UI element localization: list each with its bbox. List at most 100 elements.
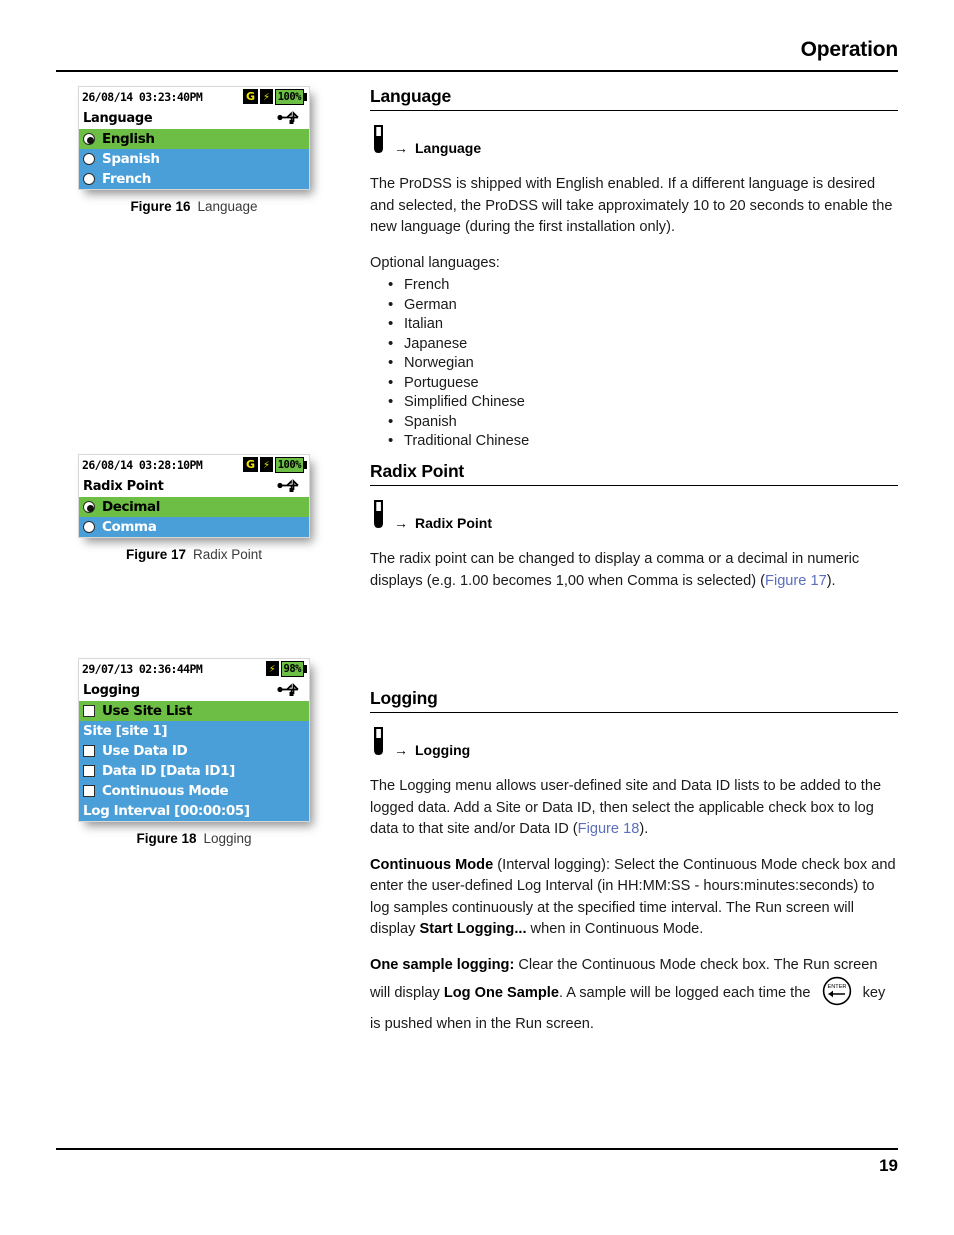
menu-row-decimal[interactable]: Decimal (79, 497, 309, 517)
figure-caption: Figure 17 Radix Point (56, 547, 332, 562)
one-sample-text-mid: . A sample will be logged each time the (558, 985, 815, 1001)
usb-icon (277, 109, 303, 128)
paragraph-radix: The radix point can be changed to displa… (370, 549, 898, 592)
continuous-mode-text-end: when in Continuous Mode. (526, 921, 704, 937)
menu-row-continuous-mode[interactable]: Continuous Mode (79, 781, 309, 801)
figure-18-block: 29/07/13 02:36:44PM ⚡ 98% Logging Use Si… (56, 658, 346, 846)
figures-column: 26/08/14 03:23:40PM G ⚡ 100% Language En… (56, 86, 346, 846)
menu-row-site[interactable]: Site [site 1] (79, 721, 309, 741)
device-menu-title: Logging (83, 682, 140, 698)
gps-badge-icon: G (243, 457, 259, 472)
paragraph-language-intro: The ProDSS is shipped with English enabl… (370, 176, 893, 235)
radio-unselected-icon (83, 521, 95, 533)
probe-icon (370, 499, 387, 534)
probe-icon (370, 726, 387, 761)
charging-bolt-icon: ⚡ (260, 89, 273, 104)
menu-row-label: Continuous Mode (102, 783, 229, 799)
list-item: French (388, 275, 898, 296)
device-screenshot-radix: 26/08/14 03:28:10PM G ⚡ 100% Radix Point (78, 454, 310, 538)
list-item: Italian (388, 314, 898, 335)
menu-row-use-site-list[interactable]: Use Site List (79, 701, 309, 721)
device-menu-title: Language (83, 110, 153, 126)
figure-caption-label: Figure 18 (136, 831, 197, 846)
device-menu-rows: Use Site List Site [site 1] Use Data ID … (79, 701, 309, 821)
menu-row-label: Spanish (102, 151, 160, 167)
list-item: Simplified Chinese (388, 392, 898, 413)
device-status-icons: G ⚡ 100% (243, 88, 307, 105)
battery-indicator: 100% (274, 456, 307, 473)
checkbox-icon[interactable] (83, 745, 95, 757)
menu-row-use-data-id[interactable]: Use Data ID (79, 741, 309, 761)
section-heading-language: Language (370, 86, 898, 111)
section-language: Language → Language The ProDSS is shippe… (370, 86, 898, 452)
arrow-right-icon: → (394, 515, 408, 531)
radio-selected-icon (83, 133, 95, 145)
menu-row-french[interactable]: French (79, 169, 309, 189)
page-footer: 19 (56, 1148, 898, 1176)
paragraph-logging-intro: The Logging menu allows user-defined sit… (370, 776, 898, 841)
list-item: Japanese (388, 334, 898, 355)
battery-indicator: 98% (280, 660, 307, 677)
arrow-right-icon: → (394, 742, 408, 758)
list-item: German (388, 295, 898, 316)
battery-level-label: 100% (274, 456, 304, 473)
menu-row-english[interactable]: English (79, 129, 309, 149)
device-datetime: 29/07/13 02:36:44PM (82, 661, 203, 676)
arrow-right-icon: → (394, 140, 408, 156)
device-menu-title: Radix Point (83, 478, 164, 494)
optional-languages-intro: Optional languages: (370, 254, 500, 271)
battery-level-label: 98% (280, 660, 304, 677)
one-sample-term: One sample logging: (370, 956, 515, 973)
list-item: Portuguese (388, 373, 898, 394)
menu-row-label: English (102, 131, 155, 147)
figure-caption-label: Figure 16 (130, 199, 191, 214)
menu-row-data-id[interactable]: Data ID [Data ID1] (79, 761, 309, 781)
menu-row-label: Use Data ID (102, 743, 188, 759)
figure-caption-text: Radix Point (192, 547, 263, 562)
menu-row-log-interval[interactable]: Log Interval [00:00:05] (79, 801, 309, 821)
figure-17-link[interactable]: Figure 17 (765, 573, 827, 589)
menu-row-label: Comma (102, 519, 157, 535)
list-item: Traditional Chinese (388, 431, 898, 452)
battery-indicator: 100% (274, 88, 307, 105)
radio-unselected-icon (83, 173, 95, 185)
list-item: Norwegian (388, 353, 898, 374)
footer-divider (56, 1148, 898, 1150)
svg-text:ENTER: ENTER (827, 984, 846, 990)
battery-nub-icon (304, 664, 307, 673)
logging-intro-post: ). (639, 821, 649, 837)
device-menu-rows: Decimal Comma (79, 497, 309, 537)
figure-16-block: 26/08/14 03:23:40PM G ⚡ 100% Language En… (56, 86, 346, 214)
menu-row-label: Decimal (102, 499, 160, 515)
charging-bolt-icon: ⚡ (260, 457, 273, 472)
device-status-bar: 26/08/14 03:23:40PM G ⚡ 100% (79, 87, 309, 107)
section-radix-point: Radix Point → Radix Point The radix poin… (370, 461, 898, 606)
checkbox-icon[interactable] (83, 765, 95, 777)
figure-18-link[interactable]: Figure 18 (578, 821, 640, 837)
gps-badge-icon: G (243, 89, 259, 104)
menu-row-label: Site [site 1] (83, 723, 168, 739)
section-heading-radix: Radix Point (370, 461, 898, 486)
section-heading-logging: Logging (370, 688, 898, 713)
menu-row-comma[interactable]: Comma (79, 517, 309, 537)
figure-caption: Figure 18 Logging (56, 831, 332, 846)
figure-caption-text: Logging (203, 831, 252, 846)
menu-row-label: French (102, 171, 151, 187)
radio-selected-icon (83, 501, 95, 513)
paragraph-one-sample-logging: One sample logging: Clear the Continuous… (370, 955, 898, 1036)
usb-icon (277, 477, 303, 496)
battery-level-label: 100% (274, 88, 304, 105)
figure-caption-text: Language (197, 199, 258, 214)
device-status-bar: 29/07/13 02:36:44PM ⚡ 98% (79, 659, 309, 679)
menu-row-spanish[interactable]: Spanish (79, 149, 309, 169)
device-screenshot-logging: 29/07/13 02:36:44PM ⚡ 98% Logging Use Si… (78, 658, 310, 822)
menu-row-label: Data ID [Data ID1] (102, 763, 235, 779)
nav-path-language: → Language (370, 124, 898, 159)
device-datetime: 26/08/14 03:28:10PM (82, 457, 203, 472)
checkbox-icon[interactable] (83, 705, 95, 717)
probe-icon (370, 124, 387, 159)
page-title: Operation (800, 38, 899, 61)
checkbox-icon[interactable] (83, 785, 95, 797)
menu-row-label: Log Interval [00:00:05] (83, 803, 250, 819)
figure-17-block: 26/08/14 03:28:10PM G ⚡ 100% Radix Point (56, 454, 346, 562)
